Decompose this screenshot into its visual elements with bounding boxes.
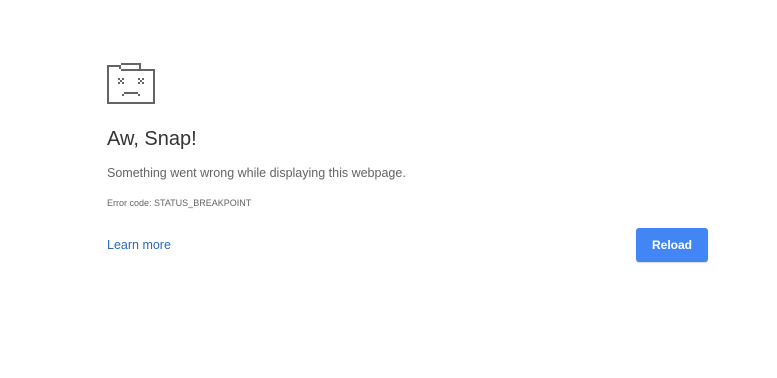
sad-tab-icon <box>107 63 155 104</box>
error-title: Aw, Snap! <box>107 128 197 150</box>
crash-page: Aw, Snap! Something went wrong while dis… <box>0 0 777 378</box>
learn-more-link[interactable]: Learn more <box>107 237 171 253</box>
reload-button[interactable]: Reload <box>636 228 708 262</box>
error-code: Error code: STATUS_BREAKPOINT <box>107 198 252 208</box>
error-message: Something went wrong while displaying th… <box>107 166 406 180</box>
